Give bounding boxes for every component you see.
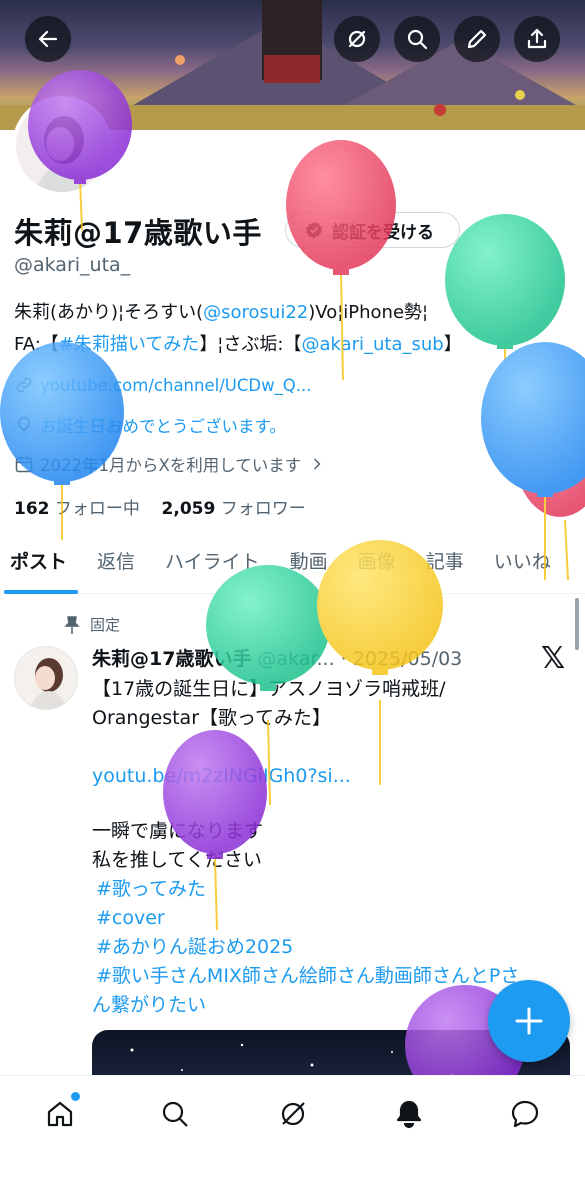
verified-badge-icon bbox=[305, 221, 323, 239]
tab-replies[interactable]: 返信 bbox=[82, 540, 150, 594]
pinned-label: 固定 bbox=[90, 616, 121, 634]
post-text: 私を推してください bbox=[92, 849, 262, 871]
followers-count: 2,059 bbox=[161, 499, 216, 519]
plus-icon bbox=[515, 1007, 543, 1035]
share-icon bbox=[527, 28, 547, 49]
tab-images[interactable]: 画像 bbox=[343, 540, 411, 594]
search-icon bbox=[162, 1101, 188, 1127]
edit-button[interactable] bbox=[454, 16, 500, 62]
birthday-text: お誕生日おめでとうございます。 bbox=[40, 417, 286, 436]
post-hashtag-link[interactable]: ん繋がりたい bbox=[92, 991, 206, 1020]
post-hashtag-link[interactable]: #歌い手さんMIX師さん絵師さん動画師さんとPさ bbox=[96, 962, 519, 991]
tab-articles[interactable]: 記事 bbox=[411, 540, 479, 594]
pinned-indicator: 固定 bbox=[64, 614, 120, 635]
bio-sub-account-link[interactable]: @akari_uta_sub bbox=[301, 334, 443, 355]
avatar-art bbox=[16, 100, 108, 192]
balloon-green bbox=[445, 214, 565, 460]
nav-grok[interactable] bbox=[273, 1094, 313, 1134]
post-header: 朱莉@17歳歌い手 @akar... · 2025/05/03 bbox=[92, 644, 462, 671]
post-author-name[interactable]: 朱莉@17歳歌い手 bbox=[92, 648, 251, 670]
following-link[interactable]: 162 フォロー中 bbox=[14, 499, 140, 519]
following-label: フォロー中 bbox=[54, 499, 140, 519]
balloon-icon bbox=[18, 416, 30, 434]
nav-search[interactable] bbox=[155, 1094, 195, 1134]
followers-label: フォロワー bbox=[220, 499, 306, 519]
tab-highlights[interactable]: ハイライト bbox=[150, 540, 275, 594]
profile-tabs: ポスト 返信 ハイライト 動画 画像 記事 いいね bbox=[0, 540, 585, 594]
compose-post-button[interactable] bbox=[488, 980, 570, 1062]
post-hashtag-link[interactable]: #歌ってみた bbox=[96, 875, 206, 904]
chevron-right-icon bbox=[314, 458, 321, 470]
bio-mention-link[interactable]: @sorosui22 bbox=[203, 302, 308, 323]
display-name: 朱莉@17歳歌い手 bbox=[14, 216, 262, 250]
notifications-icon bbox=[396, 1100, 422, 1129]
pencil-icon bbox=[467, 29, 487, 49]
post-hashtag-link[interactable]: #cover bbox=[96, 904, 165, 933]
grok-icon bbox=[281, 1102, 305, 1126]
messages-icon bbox=[511, 1100, 539, 1128]
bio-line-2: FA:【#朱莉描いてみた】¦さぶ垢:【@akari_uta_sub】 bbox=[14, 330, 462, 360]
website-row: youtube.com/channel/UCDw_Q... bbox=[14, 375, 312, 395]
tab-posts[interactable]: ポスト bbox=[0, 540, 82, 594]
avatar-art bbox=[15, 647, 77, 709]
website-link[interactable]: youtube.com/channel/UCDw_Q... bbox=[40, 376, 312, 395]
search-button[interactable] bbox=[394, 16, 440, 62]
home-icon bbox=[47, 1101, 73, 1127]
profile-handle: @akari_uta_ bbox=[14, 254, 131, 276]
link-icon bbox=[16, 377, 32, 393]
post-author-avatar[interactable] bbox=[14, 646, 78, 710]
get-verified-button[interactable]: 認証を受ける bbox=[285, 212, 460, 248]
new-content-dot bbox=[71, 1092, 80, 1101]
post-text: 一瞬で虜になります bbox=[92, 820, 264, 842]
post-text: 【17歳の誕生日に】アスノヨゾラ哨戒班/ bbox=[92, 678, 446, 700]
post-handle-date: @akar... · 2025/05/03 bbox=[257, 648, 463, 670]
following-count: 162 bbox=[14, 499, 50, 519]
pin-icon bbox=[64, 615, 80, 634]
post-hashtag-link[interactable]: #あかりん誕おめ2025 bbox=[96, 933, 293, 962]
nav-messages[interactable] bbox=[505, 1094, 545, 1134]
bio-text: 】 bbox=[443, 334, 462, 355]
share-button[interactable] bbox=[514, 16, 560, 62]
back-button[interactable] bbox=[25, 16, 71, 62]
followers-link[interactable]: 2,059 フォロワー bbox=[162, 499, 306, 519]
search-icon bbox=[407, 29, 428, 50]
get-verified-label: 認証を受ける bbox=[332, 222, 434, 243]
bio-text: 朱莉(あかり)¦そろすい( bbox=[14, 302, 204, 323]
nav-home[interactable] bbox=[40, 1092, 80, 1134]
joined-text: 2022年1月からXを利用しています bbox=[40, 456, 302, 475]
tab-likes[interactable]: いいね bbox=[479, 540, 566, 594]
tab-videos[interactable]: 動画 bbox=[275, 540, 343, 594]
x-logo-icon: 𝕏 bbox=[541, 641, 566, 676]
bio-text: FA:【 bbox=[14, 334, 59, 355]
grok-icon bbox=[348, 30, 366, 48]
nav-notifications[interactable] bbox=[389, 1094, 429, 1134]
calendar-icon bbox=[15, 456, 33, 473]
profile-avatar[interactable] bbox=[12, 96, 112, 196]
scrollbar[interactable] bbox=[575, 598, 579, 650]
bio-line-1: 朱莉(あかり)¦そろすい(@sorosui22)Vo¦iPhone勢¦ bbox=[14, 298, 428, 328]
birthday-row: お誕生日おめでとうございます。 bbox=[14, 413, 286, 437]
bio-text: )Vo¦iPhone勢¦ bbox=[308, 302, 429, 323]
bottom-navigation bbox=[0, 1075, 585, 1199]
arrow-left-icon bbox=[38, 30, 58, 48]
follow-stats: 162 フォロー中 2,059 フォロワー bbox=[14, 494, 306, 519]
bio-text: 】¦さぶ垢:【 bbox=[199, 334, 302, 355]
grok-button[interactable] bbox=[334, 16, 380, 62]
post-text: Orangestar【歌ってみた】 bbox=[92, 707, 332, 729]
post-url-link[interactable]: youtu.be/m2zINGiIGh0?si... bbox=[92, 762, 351, 791]
bio-hashtag-link[interactable]: #朱莉描いてみた bbox=[59, 334, 200, 355]
joined-row[interactable]: 2022年1月からXを利用しています bbox=[14, 452, 327, 476]
